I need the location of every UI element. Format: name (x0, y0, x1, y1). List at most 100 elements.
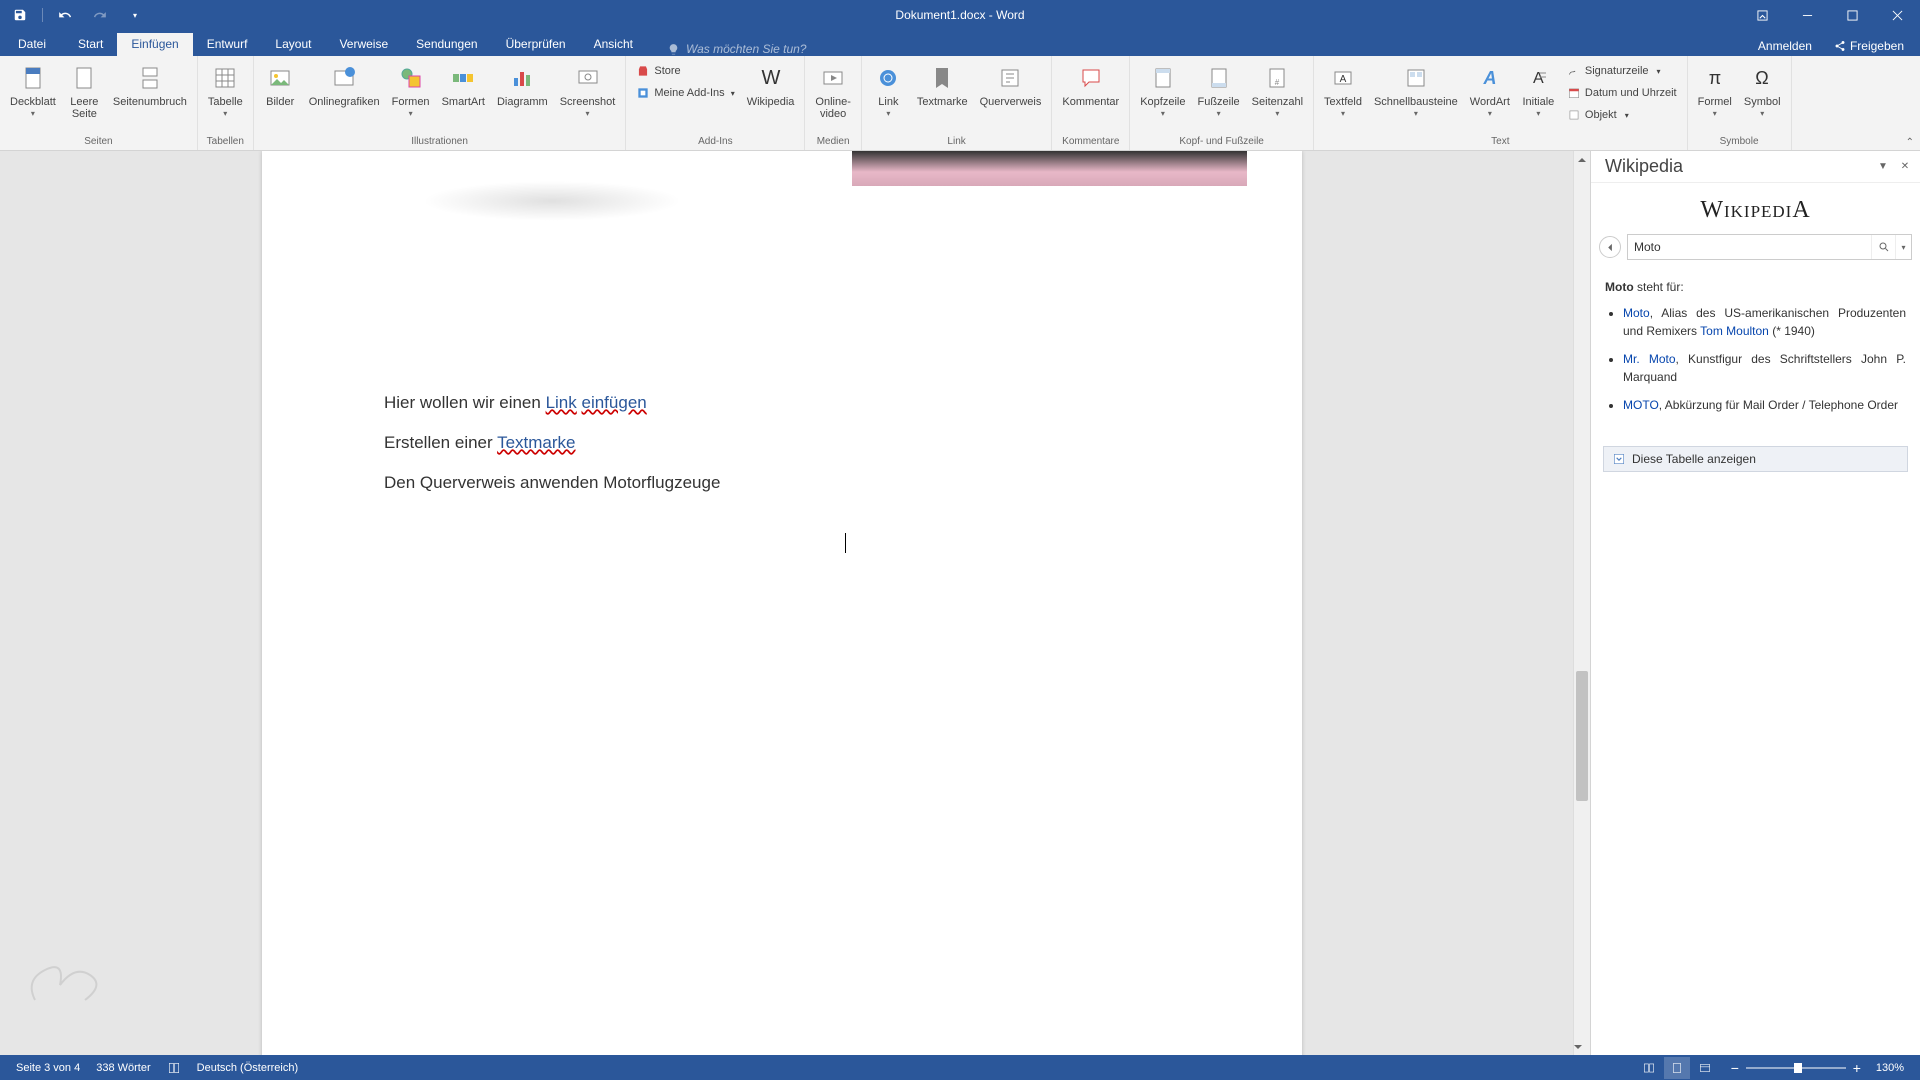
close-button[interactable] (1875, 0, 1920, 30)
meine-addins-button[interactable]: Meine Add-Ins▾ (630, 82, 740, 104)
collapse-ribbon-button[interactable]: ⌃ (1906, 137, 1914, 148)
read-mode-button[interactable] (1636, 1057, 1662, 1079)
ribbon-display-options[interactable] (1740, 0, 1785, 30)
objekt-button[interactable]: Objekt▾ (1561, 104, 1683, 126)
link-word-2[interactable]: einfügen (582, 393, 647, 412)
group-label-addins: Add-Ins (698, 136, 732, 149)
spellcheck-button[interactable] (159, 1055, 189, 1080)
word-count[interactable]: 338 Wörter (88, 1055, 158, 1080)
wiki-search-dropdown[interactable]: ▾ (1895, 235, 1911, 259)
wikipedia-logo: WikipediA (1591, 183, 1920, 230)
document-image-1[interactable] (402, 151, 702, 181)
deckblatt-button[interactable]: Deckblatt▾ (4, 58, 62, 118)
link-word-1[interactable]: Link (546, 393, 577, 412)
scroll-up-button[interactable] (1574, 151, 1590, 168)
addins-icon (636, 86, 650, 100)
table-icon (213, 66, 237, 90)
textfeld-button[interactable]: ATextfeld▾ (1318, 58, 1368, 118)
quickparts-icon (1404, 66, 1428, 90)
qat-customize[interactable]: ▾ (120, 2, 150, 28)
scroll-down-button[interactable] (1574, 1038, 1582, 1055)
ribbon-tabs: Datei Start Einfügen Entwurf Layout Verw… (0, 30, 1920, 56)
onlinegrafiken-button[interactable]: Onlinegrafiken (303, 58, 386, 108)
page[interactable]: Hier wollen wir einen Link einfügen Erst… (262, 151, 1302, 1055)
tab-ueberpruefen[interactable]: Überprüfen (492, 33, 580, 56)
store-button[interactable]: Store (630, 60, 740, 82)
screenshot-icon (576, 66, 600, 90)
bilder-button[interactable]: Bilder (258, 58, 303, 108)
seitenzahl-button[interactable]: #Seitenzahl▾ (1246, 58, 1309, 118)
kommentar-button[interactable]: Kommentar (1056, 58, 1125, 108)
shapes-icon (399, 66, 423, 90)
zoom-out-button[interactable]: − (1728, 1060, 1742, 1076)
store-icon (636, 64, 650, 78)
watermark-logo (15, 940, 115, 1025)
fusszeile-button[interactable]: Fußzeile▾ (1191, 58, 1245, 118)
zoom-in-button[interactable]: + (1850, 1060, 1864, 1076)
redo-button[interactable] (85, 2, 115, 28)
cover-page-icon (21, 66, 45, 90)
kopfzeile-button[interactable]: Kopfzeile▾ (1134, 58, 1191, 118)
save-button[interactable] (5, 2, 35, 28)
wikipedia-button[interactable]: WWikipedia (741, 58, 801, 108)
wiki-search-button[interactable] (1871, 235, 1895, 259)
online-video-button[interactable]: Online- video (809, 58, 856, 120)
tab-layout[interactable]: Layout (261, 33, 325, 56)
document-title: Dokument1.docx - Word (895, 8, 1024, 22)
querverweis-button[interactable]: Querverweis (974, 58, 1048, 108)
tab-verweise[interactable]: Verweise (325, 33, 402, 56)
signaturzeile-button[interactable]: Signaturzeile▾ (1561, 60, 1683, 82)
language-indicator[interactable]: Deutsch (Österreich) (189, 1055, 306, 1080)
document-text[interactable]: Hier wollen wir einen Link einfügen Erst… (384, 391, 720, 510)
minimize-button[interactable] (1785, 0, 1830, 30)
symbol-button[interactable]: ΩSymbol▾ (1738, 58, 1787, 118)
tab-sendungen[interactable]: Sendungen (402, 33, 491, 56)
comment-icon (1079, 66, 1103, 90)
zoom-slider[interactable] (1746, 1067, 1846, 1069)
vertical-scrollbar[interactable] (1573, 151, 1590, 1055)
group-label-kommentare: Kommentare (1062, 136, 1119, 149)
wiki-show-table-button[interactable]: Diese Tabelle anzeigen (1603, 446, 1908, 472)
schnellbausteine-button[interactable]: Schnellbausteine▾ (1368, 58, 1464, 118)
undo-button[interactable] (50, 2, 80, 28)
scrollbar-thumb[interactable] (1576, 671, 1588, 801)
dropcap-icon: A (1526, 66, 1550, 90)
datum-uhrzeit-button[interactable]: Datum und Uhrzeit (1561, 82, 1683, 104)
web-layout-button[interactable] (1692, 1057, 1718, 1079)
maximize-button[interactable] (1830, 0, 1875, 30)
signin-button[interactable]: Anmelden (1748, 36, 1822, 56)
svg-text:π: π (1709, 68, 1721, 88)
wordart-icon: A (1478, 66, 1502, 90)
link-button[interactable]: Link▾ (866, 58, 911, 118)
screenshot-button[interactable]: Screenshot▾ (554, 58, 622, 118)
initiale-button[interactable]: AInitiale▾ (1516, 58, 1561, 118)
tab-einfuegen[interactable]: Einfügen (117, 33, 192, 56)
formel-button[interactable]: πFormel▾ (1692, 58, 1738, 118)
textmarke-button[interactable]: Textmarke (911, 58, 974, 108)
page-indicator[interactable]: Seite 3 von 4 (8, 1055, 88, 1080)
leere-seite-button[interactable]: Leere Seite (62, 58, 107, 120)
tab-file[interactable]: Datei (4, 33, 60, 56)
tab-start[interactable]: Start (64, 33, 117, 56)
tellme-search[interactable]: Was möchten Sie tun? (667, 42, 807, 56)
pane-options-button[interactable]: ▼ (1874, 161, 1892, 172)
wiki-list-item: Mr. Moto, Kunstfigur des Schriftstellers… (1623, 350, 1906, 386)
zoom-level[interactable]: 130% (1868, 1062, 1912, 1074)
wiki-search-input[interactable] (1628, 240, 1871, 254)
document-scroll[interactable]: Hier wollen wir einen Link einfügen Erst… (0, 151, 1590, 1055)
pane-close-button[interactable]: ✕ (1896, 161, 1914, 172)
textmarke-link[interactable]: Textmarke (497, 433, 575, 452)
formen-button[interactable]: Formen▾ (386, 58, 436, 118)
wiki-back-button[interactable] (1599, 236, 1621, 258)
group-label-kopffuss: Kopf- und Fußzeile (1179, 136, 1264, 149)
smartart-button[interactable]: SmartArt (436, 58, 491, 108)
share-button[interactable]: Freigeben (1824, 36, 1914, 56)
diagramm-button[interactable]: Diagramm (491, 58, 554, 108)
tab-ansicht[interactable]: Ansicht (580, 33, 647, 56)
document-image-2[interactable] (852, 151, 1247, 186)
tab-entwurf[interactable]: Entwurf (193, 33, 262, 56)
print-layout-button[interactable] (1664, 1057, 1690, 1079)
wordart-button[interactable]: AWordArt▾ (1464, 58, 1516, 118)
seitenumbruch-button[interactable]: Seitenumbruch (107, 58, 193, 108)
tabelle-button[interactable]: Tabelle▾ (202, 58, 249, 118)
